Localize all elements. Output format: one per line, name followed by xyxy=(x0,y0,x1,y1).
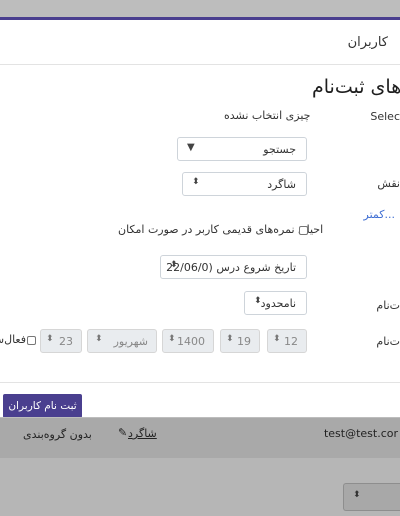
enable-end-checkbox[interactable] xyxy=(27,336,36,345)
month-value: شهریور xyxy=(113,335,148,348)
select-arrows-icon: ⬍ xyxy=(254,296,262,306)
duration-select[interactable]: نامحدود ⬍ xyxy=(244,291,307,315)
minute-select[interactable]: 23 ⬍ xyxy=(40,329,82,353)
role-value: شاگرد xyxy=(267,178,296,191)
duration-label: ت‌نام xyxy=(376,299,400,312)
duration-value: نامحدود xyxy=(260,297,296,310)
modal-footer-divider xyxy=(0,382,400,383)
recover-grades-label: احیای نمره‌های قدیمی کاربر در صورت امکان xyxy=(118,223,324,236)
select-arrows-icon: ⬍ xyxy=(168,334,176,344)
start-date-select[interactable]: تاریخ شروع درس (22/06/0 ⬍ xyxy=(160,255,307,279)
select-arrows-icon: ⬍ xyxy=(353,490,361,500)
enrol-users-modal: کاربران مرهای ثبت‌نام Selec چیزی انتخاب … xyxy=(0,17,400,417)
select-arrows-icon: ⬍ xyxy=(170,260,178,270)
select-arrows-icon: ⬍ xyxy=(226,334,234,344)
select-arrows-icon: ⬍ xyxy=(95,334,103,344)
background-footer xyxy=(0,458,400,516)
role-label: نقش xyxy=(377,177,400,190)
role-select[interactable]: شاگرد ⬍ xyxy=(182,172,307,196)
select-arrows-icon: ⬍ xyxy=(273,334,281,344)
year-select[interactable]: 1400 ⬍ xyxy=(162,329,214,353)
background-row-email: test@test.cor xyxy=(323,427,398,440)
section-title: مرهای ثبت‌نام xyxy=(312,76,400,98)
hour-select[interactable]: 19 ⬍ xyxy=(220,329,260,353)
modal-header-divider xyxy=(0,64,400,65)
search-users-select[interactable]: جستجو ▼ xyxy=(177,137,307,161)
select-arrows-icon: ⬍ xyxy=(46,334,54,344)
hour-value: 19 xyxy=(237,335,251,348)
recover-grades-checkbox[interactable] xyxy=(299,226,308,235)
nothing-selected-text: چیزی انتخاب نشده xyxy=(224,109,311,122)
day-value: 12 xyxy=(284,335,298,348)
day-select[interactable]: 12 ⬍ xyxy=(267,329,307,353)
enable-end-label: فعال‌سا xyxy=(0,333,26,346)
end-time-label: ت‌نام xyxy=(376,335,400,348)
modal-title: کاربران xyxy=(347,35,388,50)
background-participants-row: test@test.cor شاگرد ✎ بدون گروه‌بندی xyxy=(0,418,400,458)
background-row-group: بدون گروه‌بندی xyxy=(23,428,92,441)
background-select: ⬍ xyxy=(343,483,400,511)
dropdown-arrow-icon: ▼ xyxy=(187,142,195,153)
pencil-icon: ✎ xyxy=(118,426,128,439)
start-date-value: تاریخ شروع درس (22/06/0 xyxy=(166,261,296,274)
background-row-role: شاگرد xyxy=(128,427,157,440)
month-select[interactable]: شهریور ⬍ xyxy=(87,329,157,353)
select-users-label: Selec xyxy=(370,110,400,123)
search-users-value: جستجو xyxy=(263,143,296,156)
select-arrows-icon: ⬍ xyxy=(192,177,200,187)
show-less-link[interactable]: کمتر... xyxy=(364,208,396,221)
enrol-users-button[interactable]: ثبت نام کاربران xyxy=(3,394,82,417)
year-value: 1400 xyxy=(177,335,205,348)
minute-value: 23 xyxy=(59,335,73,348)
